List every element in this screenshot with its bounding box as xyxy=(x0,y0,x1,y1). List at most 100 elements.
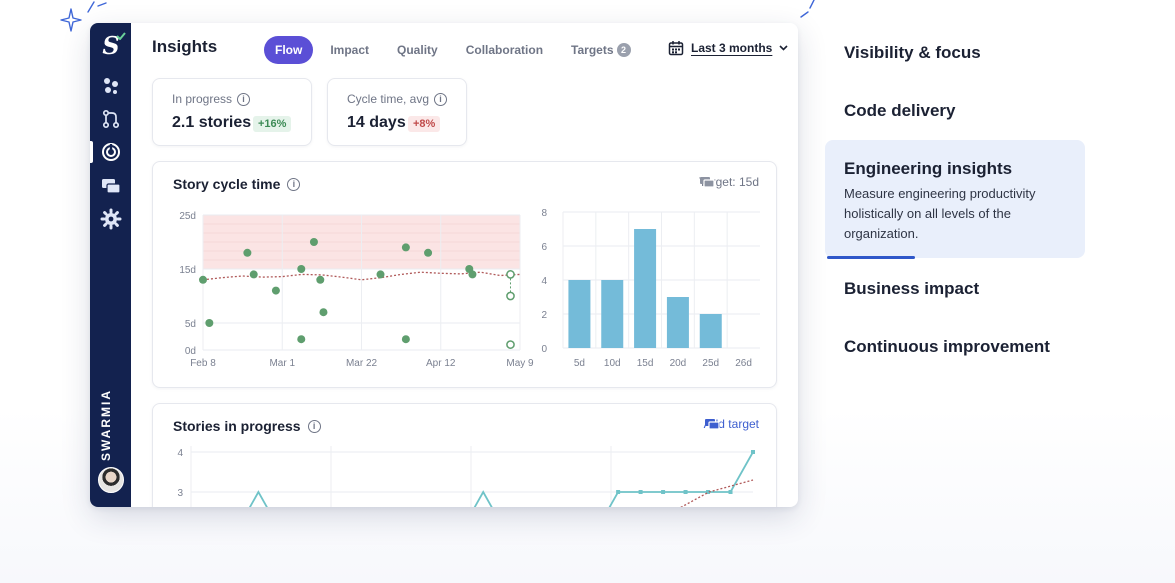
stat-delta: +16% xyxy=(253,116,292,132)
menu-item-continuous-improvement[interactable]: Continuous improvement xyxy=(825,316,1085,374)
tab-label: Targets xyxy=(571,43,614,57)
menu-item-business-impact[interactable]: Business impact xyxy=(825,258,1085,316)
flow-nav-icon[interactable] xyxy=(90,141,122,163)
y-tick-label: 4 xyxy=(177,448,183,459)
info-icon[interactable]: i xyxy=(307,419,321,433)
tab-impact[interactable]: Impact xyxy=(319,36,380,64)
chevron-down-icon xyxy=(779,45,788,51)
series-marker xyxy=(661,490,666,494)
sparkle-ray-icon xyxy=(87,1,107,13)
data-point-open xyxy=(506,270,515,279)
cycle-time-chart[interactable]: Feb 8 Mar 1 Mar 22 Apr 12 May 925d15d5d0d864… xyxy=(153,162,778,389)
app-window: S SWARMIA Insights Flow Impact Quality C… xyxy=(90,23,798,507)
insights-nav-icon[interactable] xyxy=(100,75,122,97)
tab-collaboration[interactable]: Collaboration xyxy=(455,36,554,64)
swarmia-logo[interactable]: S xyxy=(98,31,126,60)
series-line xyxy=(248,451,754,507)
menu-item-label: Code delivery xyxy=(844,101,956,120)
x-tick-label: Mar 22 xyxy=(346,358,378,369)
y-tick-label: 15d xyxy=(179,265,196,276)
tab-quality[interactable]: Quality xyxy=(386,36,449,64)
data-point xyxy=(401,243,410,252)
menu-item-label: Engineering insights xyxy=(844,159,1013,178)
data-point-open xyxy=(506,291,515,301)
data-point-open xyxy=(506,340,515,349)
calendar-icon xyxy=(668,41,684,56)
x-tick-label: 26d xyxy=(735,358,752,369)
data-point xyxy=(249,270,258,279)
y-tick-label: 2 xyxy=(541,310,547,321)
x-tick-label: Mar 1 xyxy=(269,358,295,369)
tab-label: Flow xyxy=(275,43,303,57)
date-range-label: Last 3 months xyxy=(691,41,773,55)
x-tick-label: 15d xyxy=(637,358,654,369)
tab-label: Quality xyxy=(397,43,438,57)
x-tick-label: 5d xyxy=(574,358,585,369)
histogram-bar xyxy=(699,314,722,348)
tab-targets[interactable]: Targets 2 xyxy=(560,36,641,64)
data-point xyxy=(243,248,252,257)
menu-item-label: Visibility & focus xyxy=(844,43,981,62)
tab-label: Impact xyxy=(330,43,370,57)
info-icon[interactable]: i xyxy=(237,92,251,106)
stat-card-cycle-time[interactable]: Cycle time, avg i 14 days +8% xyxy=(327,78,467,146)
avatar[interactable] xyxy=(98,467,124,493)
data-point xyxy=(205,319,214,327)
data-point xyxy=(271,286,280,295)
series-marker xyxy=(616,490,621,494)
tab-label: Collaboration xyxy=(465,43,544,57)
settings-nav-icon[interactable] xyxy=(100,208,122,230)
menu-item-engineering-insights[interactable]: Engineering insights Measure engineering… xyxy=(825,140,1085,259)
series-marker xyxy=(728,490,733,494)
add-target-button[interactable]: Add target xyxy=(704,417,759,431)
y-tick-label: 0d xyxy=(185,346,196,357)
y-tick-label: 4 xyxy=(541,276,547,287)
histogram-bar xyxy=(568,280,591,348)
card-title: Stories in progress xyxy=(173,418,301,434)
data-point xyxy=(199,275,207,284)
date-range-selector[interactable]: Last 3 months xyxy=(668,40,788,56)
menu-item-visibility[interactable]: Visibility & focus xyxy=(825,23,1085,81)
x-tick-label: Apr 12 xyxy=(426,358,456,369)
stories-in-progress-card: 4 3 Stories in progress i Add target xyxy=(152,403,777,507)
data-point xyxy=(468,270,477,279)
menu-item-label: Continuous improvement xyxy=(844,337,1050,356)
targets-count-badge: 2 xyxy=(616,43,631,57)
data-point xyxy=(319,308,328,317)
messages-nav-icon[interactable] xyxy=(100,175,122,197)
data-point xyxy=(316,275,325,284)
x-tick-label: 25d xyxy=(702,358,719,369)
data-point xyxy=(376,270,385,279)
target-indicator[interactable]: Target: 15d xyxy=(699,175,759,189)
stat-delta: +8% xyxy=(408,116,441,132)
x-tick-label: 10d xyxy=(604,358,621,369)
data-point xyxy=(401,335,410,344)
stat-value: 2.1 stories xyxy=(172,114,252,131)
stat-label: Cycle time, avg xyxy=(347,92,430,106)
sparkle-icon xyxy=(60,8,82,32)
info-icon[interactable]: i xyxy=(287,177,301,191)
y-tick-label: 25d xyxy=(179,211,196,222)
pull-requests-nav-icon[interactable] xyxy=(100,108,122,130)
tab-flow[interactable]: Flow xyxy=(264,36,314,64)
data-point xyxy=(424,248,433,257)
menu-item-description: Measure engineering productivity holisti… xyxy=(844,186,1036,241)
target-flag-icon xyxy=(699,177,715,188)
y-tick-label: 3 xyxy=(177,488,183,499)
x-tick-label: Feb 8 xyxy=(190,358,216,369)
histogram-bar xyxy=(634,229,657,348)
series-marker xyxy=(751,450,755,454)
card-title: Story cycle time xyxy=(173,176,281,192)
page-title: Insights xyxy=(152,37,218,56)
story-cycle-time-card: Feb 8 Mar 1 Mar 22 Apr 12 May 9 25d 15d 5d 0d 8 6 4… xyxy=(152,161,777,388)
stat-label: In progress xyxy=(172,92,233,106)
x-tick-label: May 9 xyxy=(506,358,534,369)
menu-item-code-delivery[interactable]: Code delivery xyxy=(825,81,1085,139)
stat-card-in-progress[interactable]: In progress i 2.1 stories +16% xyxy=(152,78,312,146)
tab-bar: Flow Impact Quality Collaboration Target… xyxy=(264,36,642,64)
sidebar-rail: S SWARMIA xyxy=(90,23,131,507)
y-tick-label: 5d xyxy=(185,319,196,330)
x-tick-label: 20d xyxy=(670,358,687,369)
series-marker xyxy=(638,490,643,494)
info-icon[interactable]: i xyxy=(434,92,448,106)
